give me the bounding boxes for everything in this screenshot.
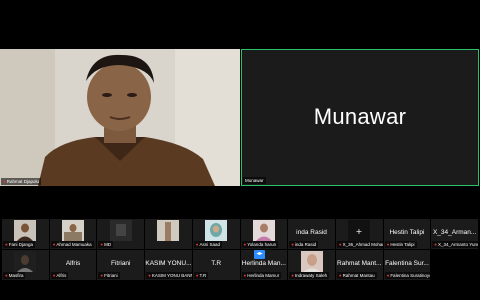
mic-muted-icon: ●: [100, 273, 104, 278]
participant-name-tag: ●Herlinda Mamur: [241, 272, 282, 279]
mic-muted-icon: ●: [148, 273, 151, 278]
participant-title-name: KASIM YONU...: [145, 260, 192, 267]
mic-muted-icon: ●: [386, 273, 390, 278]
participant-tile[interactable]: T.R ●T.R: [192, 250, 240, 280]
participant-title-name: T.R: [211, 260, 222, 267]
participant-title-name: Herlinda Man...: [241, 260, 286, 267]
participant-tile[interactable]: + ●X_36_Ahmad Mohamad: [335, 219, 383, 249]
participant-name-tag: ●inda Rasid: [289, 241, 319, 248]
participant-title-name: Falentina Sur...: [385, 260, 429, 267]
mic-muted-icon: ●: [434, 242, 438, 247]
page-arrow-button[interactable]: ◂▸: [254, 250, 265, 259]
participant-tile[interactable]: ●Ahmad Mamuaka: [49, 219, 97, 249]
participant-title-name: Alfris: [65, 260, 81, 267]
participant-video: [300, 251, 323, 272]
mic-muted-icon: ●: [5, 242, 8, 247]
mic-muted-icon: ●: [100, 242, 104, 247]
participant-title-name: X_34_Arman...: [432, 229, 477, 236]
mic-muted-icon: ●: [243, 273, 247, 278]
participant-tile[interactable]: ●MD: [97, 219, 145, 249]
participant-video: +: [348, 220, 371, 241]
main-stage: ●Rahmat Djapolu Munawar Munawar: [0, 49, 480, 186]
mic-muted-icon: ●: [52, 273, 56, 278]
mic-muted-icon: ●: [52, 242, 56, 247]
participant-tile[interactable]: [145, 219, 192, 249]
mic-muted-icon: ●: [291, 242, 294, 247]
participant-tile[interactable]: ●Yolanda harun: [240, 219, 288, 249]
participant-name-tag: ●Fani Djanga: [3, 241, 35, 248]
participant-tile[interactable]: Alfris ●Alfris: [49, 250, 97, 280]
active-speaker-tile[interactable]: Munawar Munawar: [241, 49, 479, 186]
mic-muted-icon: ●: [195, 273, 199, 278]
participant-video: [252, 220, 275, 241]
participant-title-name: Fitriani: [110, 260, 131, 267]
participant-name-tag: ●Masfira: [3, 272, 26, 279]
mic-muted-icon: ●: [386, 242, 390, 247]
participant-tile[interactable]: Fitriani ●Fitriani: [97, 250, 145, 280]
participant-name-tag: ●X_34_Armanto Yunus: [432, 241, 478, 248]
participant-tile[interactable]: X_34_Arman... ●X_34_Armanto Yunus: [431, 219, 478, 249]
participant-tile[interactable]: KASIM YONU... ●KASIM YONU BANNS...: [145, 250, 192, 280]
speaker-name-tag: ●Rahmat Djapolu: [1, 178, 41, 185]
mic-muted-icon: ●: [338, 242, 342, 247]
participant-video: [62, 220, 85, 241]
participant-tile[interactable]: Falentina Sur... ●Falentina Suratinoyo: [383, 250, 431, 280]
mic-muted-icon: ●: [3, 179, 6, 184]
participant-tile[interactable]: ●Indrawaty Saleh: [288, 250, 335, 280]
participant-title-name: Hestin Talipi: [389, 229, 425, 236]
participant-video: [14, 251, 37, 272]
participant-title-name: inda Rasid: [296, 229, 327, 236]
participant-tile[interactable]: ●Fani Djanga: [2, 219, 49, 249]
participant-name-tag: ●Rahmat Mantau: [336, 272, 377, 279]
gallery-strip: ●Fani Djanga ●Ahmad Mamuaka ●MD ●Asni Saad ●…: [0, 219, 480, 280]
participant-tile[interactable]: Hestin Talipi ●Hestin Talipi: [383, 219, 431, 249]
mic-muted-icon: ●: [5, 273, 8, 278]
mic-muted-icon: ●: [243, 242, 247, 247]
participant-name-tag: ●Hestin Talipi: [384, 241, 417, 248]
mic-muted-icon: ●: [338, 273, 342, 278]
gallery-grid: ●Fani Djanga ●Ahmad Mamuaka ●MD ●Asni Saad ●…: [2, 219, 478, 280]
participant-name-tag: ●Fitriani: [98, 272, 120, 279]
speaker-video: [0, 49, 240, 186]
participant-tile[interactable]: Rahmat Mant... ●Rahmat Mantau: [335, 250, 383, 280]
participant-video: [14, 220, 37, 241]
participant-name-tag: ●MD: [98, 241, 114, 248]
active-speaker-name: Munawar: [313, 104, 407, 129]
mic-muted-icon: ●: [291, 273, 294, 278]
svg-text:+: +: [356, 227, 363, 236]
participant-name-tag: ●X_36_Ahmad Mohamad: [336, 241, 383, 248]
participant-name-tag: ●Falentina Suratinoyo: [384, 272, 431, 279]
participant-name-tag: ●Alfris: [50, 272, 69, 279]
top-black-bar: [0, 0, 480, 49]
participant-name-tag: ●Indrawaty Saleh: [289, 272, 330, 279]
participant-title-name: Rahmat Mant...: [337, 260, 382, 267]
participant-video: [109, 220, 132, 241]
participant-video: [205, 220, 228, 241]
participant-name-tag: ●Ahmad Mamuaka: [50, 241, 94, 248]
participant-video: [157, 220, 180, 241]
participant-tile[interactable]: ●Masfira: [2, 250, 49, 280]
participant-tile[interactable]: ●Asni Saad: [192, 219, 240, 249]
active-speaker-tag: Munawar: [243, 177, 266, 184]
participant-name-tag: ●Yolanda harun: [241, 241, 279, 248]
participant-tile[interactable]: inda Rasid ●inda Rasid: [288, 219, 335, 249]
participant-name-tag: ●T.R: [193, 272, 209, 279]
speaker-video-tile[interactable]: ●Rahmat Djapolu: [0, 49, 240, 186]
participant-name-tag: ●Asni Saad: [193, 241, 223, 248]
mic-muted-icon: ●: [195, 242, 199, 247]
participant-name-tag: ●KASIM YONU BANNS...: [146, 272, 192, 279]
